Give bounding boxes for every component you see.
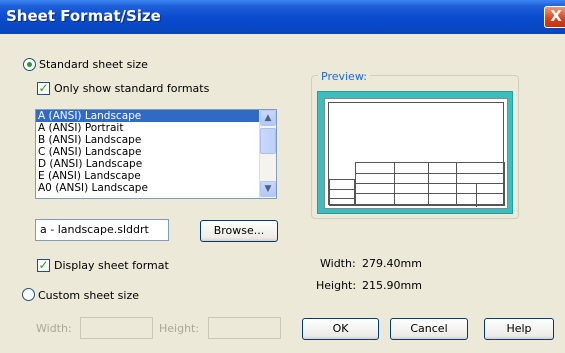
- revision-block-drawing: [329, 179, 355, 206]
- title-bar: Sheet Format/Size X: [0, 0, 565, 34]
- display-format-label: Display sheet format: [54, 259, 169, 272]
- close-icon: X: [550, 7, 562, 25]
- custom-height-field[interactable]: [208, 317, 281, 339]
- checkmark-icon: ✓: [38, 258, 49, 272]
- sheet-thumbnail: [324, 98, 508, 209]
- standard-size-label: Standard sheet size: [39, 58, 148, 71]
- format-file-field[interactable]: a - landscape.slddrt: [35, 219, 169, 241]
- preview-width-label: Width:: [320, 257, 356, 270]
- title-block-drawing: [355, 162, 505, 207]
- list-item[interactable]: A (ANSI) Landscape: [36, 110, 276, 122]
- chevron-down-icon: ▼: [264, 184, 272, 194]
- list-item[interactable]: B (ANSI) Landscape: [36, 134, 276, 146]
- list-item[interactable]: A (ANSI) Portrait: [36, 122, 276, 134]
- scroll-thumb[interactable]: [260, 128, 276, 154]
- preview-width-value: 279.40mm: [362, 257, 422, 270]
- list-item[interactable]: E (ANSI) Landscape: [36, 170, 276, 182]
- preview-image: [317, 91, 513, 214]
- standard-size-radio[interactable]: [23, 58, 36, 71]
- scroll-down-button[interactable]: ▼: [260, 181, 276, 197]
- custom-size-radio[interactable]: [22, 288, 35, 301]
- list-item[interactable]: A0 (ANSI) Landscape: [36, 182, 276, 194]
- browse-button[interactable]: Browse...: [200, 220, 278, 242]
- preview-label: Preview:: [318, 70, 370, 83]
- ok-button[interactable]: OK: [302, 318, 379, 340]
- custom-height-label: Height:: [159, 322, 200, 335]
- format-list[interactable]: A (ANSI) Landscape A (ANSI) Portrait B (…: [35, 109, 277, 199]
- display-format-checkbox[interactable]: ✓: [37, 259, 50, 272]
- custom-width-label: Width:: [36, 322, 72, 335]
- dialog-body: Standard sheet size ✓ Only show standard…: [0, 34, 565, 353]
- window-title: Sheet Format/Size: [6, 7, 161, 25]
- cancel-button[interactable]: Cancel: [390, 318, 468, 340]
- checkmark-icon: ✓: [38, 81, 49, 95]
- preview-height-value: 215.90mm: [362, 279, 422, 292]
- only-standard-checkbox[interactable]: ✓: [37, 82, 50, 95]
- custom-width-field[interactable]: [80, 317, 153, 339]
- list-scrollbar[interactable]: ▲ ▼: [259, 110, 276, 198]
- close-button[interactable]: X: [544, 6, 565, 28]
- chevron-up-icon: ▲: [264, 113, 272, 123]
- custom-size-label: Custom sheet size: [38, 289, 140, 302]
- list-item[interactable]: C (ANSI) Landscape: [36, 146, 276, 158]
- list-item[interactable]: D (ANSI) Landscape: [36, 158, 276, 170]
- only-standard-label: Only show standard formats: [54, 82, 210, 95]
- scroll-up-button[interactable]: ▲: [260, 110, 276, 126]
- preview-height-label: Height:: [316, 279, 357, 292]
- help-button[interactable]: Help: [484, 318, 554, 340]
